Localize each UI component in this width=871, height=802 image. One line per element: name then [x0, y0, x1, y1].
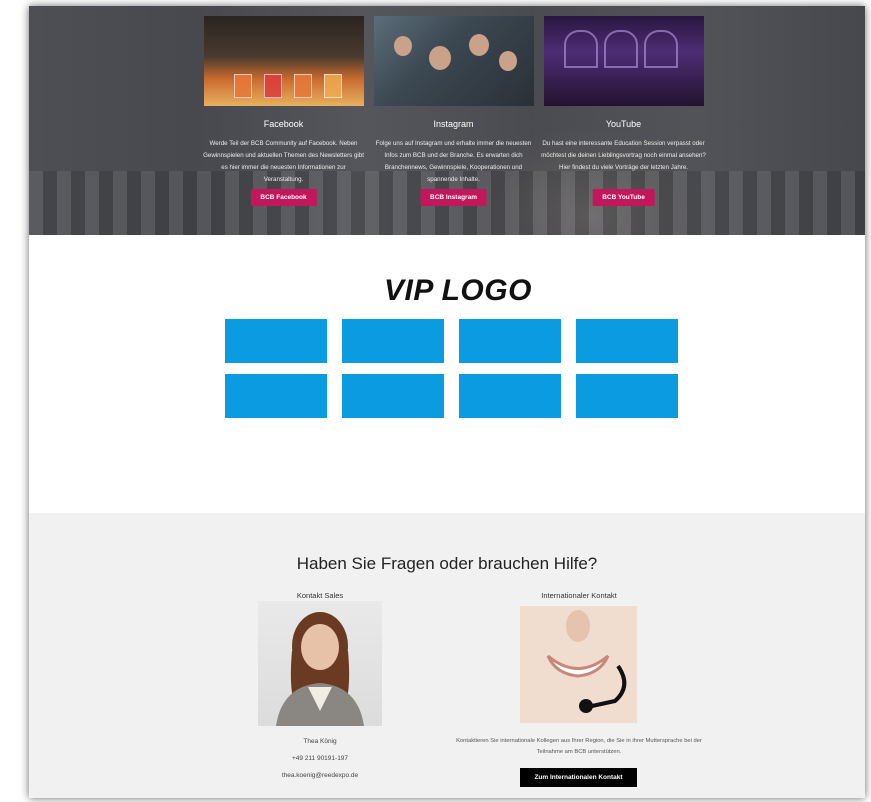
- contact-section: Haben Sie Fragen oder brauchen Hilfe? Ko…: [29, 513, 865, 798]
- instagram-title: Instagram: [433, 119, 474, 129]
- sales-contact-name: Thea König: [303, 738, 337, 745]
- person-shape: [498, 51, 517, 71]
- sales-contact-email[interactable]: thea.koenig@reedexpo.de: [255, 772, 385, 779]
- woman-portrait-illustration: [276, 612, 364, 726]
- glass-shape: [323, 74, 342, 98]
- glass-shape: [233, 74, 252, 98]
- international-contact-button[interactable]: Zum Internationalen Kontakt: [520, 768, 637, 787]
- vip-logo-tile[interactable]: [576, 319, 678, 363]
- page-frame: Facebook Werde Teil der BCB Community au…: [29, 6, 865, 798]
- person-shape: [428, 46, 451, 70]
- vip-logo-tile[interactable]: [459, 374, 561, 418]
- facebook-image[interactable]: [203, 16, 364, 106]
- instagram-image[interactable]: [373, 16, 534, 106]
- international-contact-label: Internationaler Kontakt: [541, 591, 617, 600]
- vip-logo-title: VIP LOGO: [384, 274, 532, 307]
- sales-contact-phone[interactable]: +49 211 90191-197: [270, 755, 370, 762]
- glass-shape: [263, 74, 282, 98]
- facebook-text: Werde Teil der BCB Community auf Faceboo…: [203, 140, 364, 183]
- international-contact-text: Kontaktieren Sie internationale Kollegen…: [456, 738, 702, 755]
- window-shape: [563, 30, 598, 68]
- social-media-section: Facebook Werde Teil der BCB Community au…: [29, 6, 865, 235]
- vip-logo-tile[interactable]: [576, 374, 678, 418]
- youtube-column: YouTube Du hast eine interessante Educat…: [541, 16, 706, 206]
- sales-contact-label: Kontakt Sales: [296, 591, 344, 600]
- youtube-image[interactable]: [543, 16, 704, 106]
- window-shape: [643, 30, 678, 68]
- facebook-title: Facebook: [263, 119, 304, 129]
- youtube-text: Du hast eine interessante Education Sess…: [541, 140, 706, 171]
- vip-logo-tile[interactable]: [342, 374, 444, 418]
- bcb-instagram-button[interactable]: BCB Instagram: [420, 189, 487, 206]
- bcb-facebook-button[interactable]: BCB Facebook: [250, 189, 317, 206]
- instagram-text: Folge uns auf Instagram und erhalte imme…: [375, 140, 532, 183]
- facebook-column: Facebook Werde Teil der BCB Community au…: [201, 16, 366, 206]
- vip-logo-tile[interactable]: [342, 319, 444, 363]
- sales-contact-photo: [258, 601, 382, 726]
- international-contact-photo: [520, 606, 637, 723]
- contact-heading: Haben Sie Fragen oder brauchen Hilfe?: [296, 554, 598, 573]
- vip-logo-tile[interactable]: [225, 374, 327, 418]
- bcb-youtube-button[interactable]: BCB YouTube: [592, 189, 655, 206]
- glass-shape: [293, 74, 312, 98]
- person-shape: [468, 34, 489, 56]
- youtube-title: YouTube: [605, 119, 642, 129]
- person-shape: [393, 36, 412, 56]
- window-shape: [603, 30, 638, 68]
- headset-smile-illustration: [520, 606, 637, 723]
- vip-logo-tile[interactable]: [225, 319, 327, 363]
- instagram-column: Instagram Folge uns auf Instagram und er…: [371, 16, 536, 206]
- vip-logo-tile[interactable]: [459, 319, 561, 363]
